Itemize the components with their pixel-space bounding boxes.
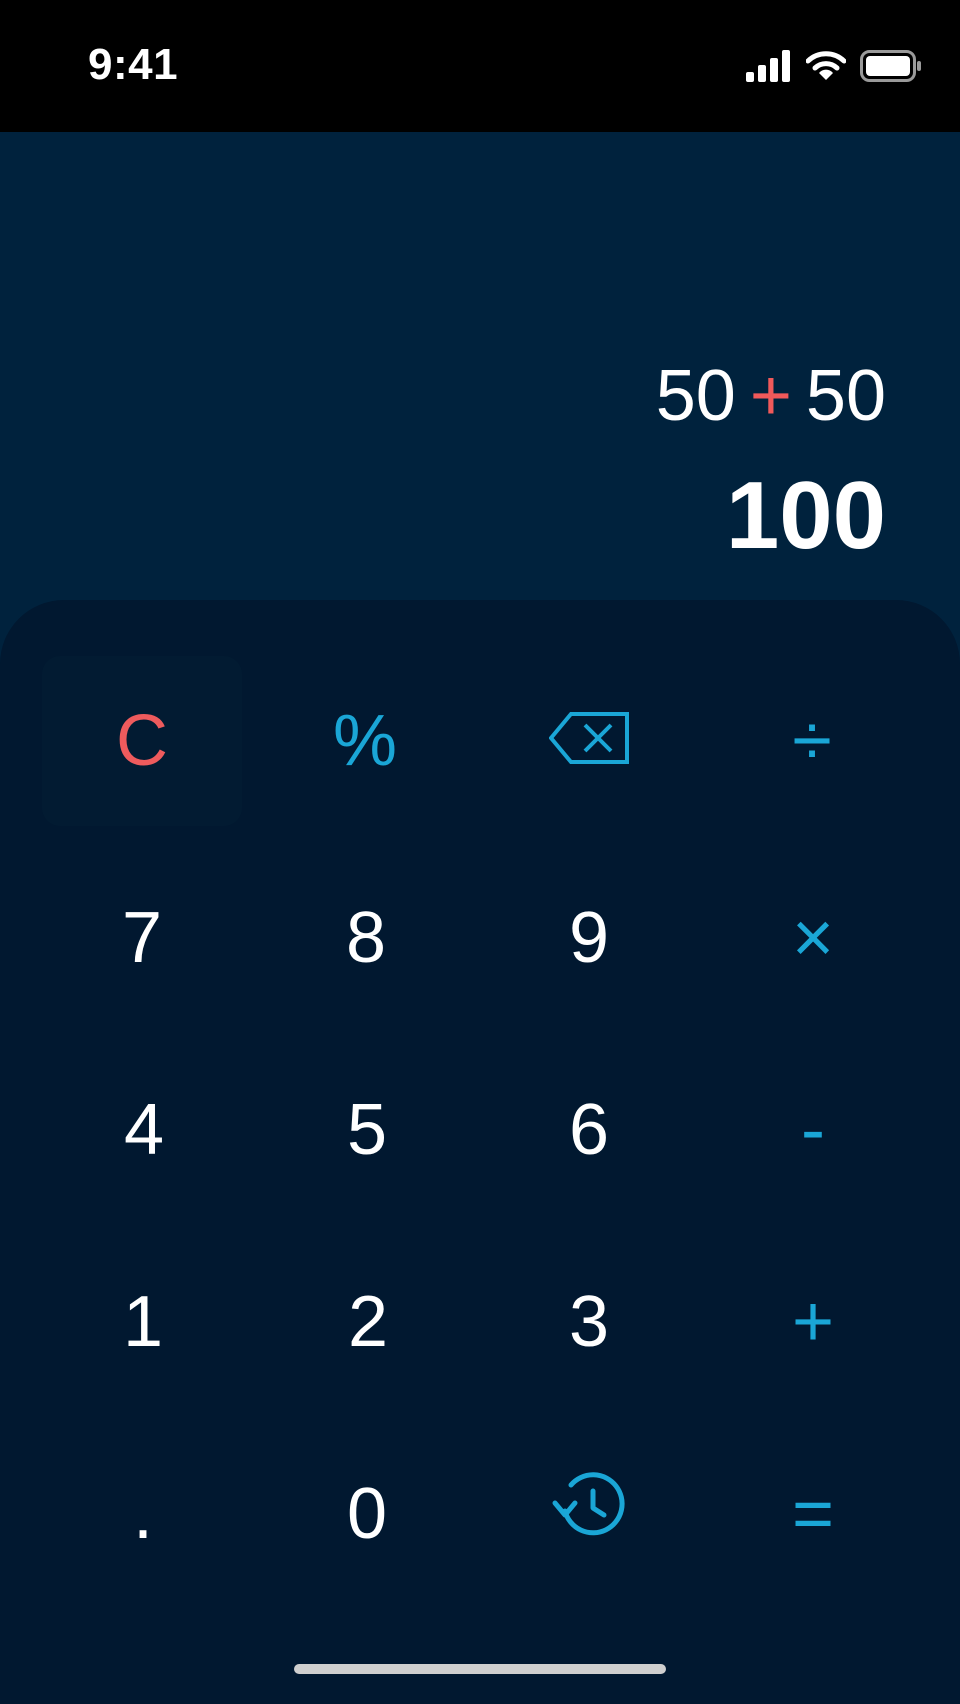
- digit-9-button[interactable]: 9: [489, 853, 689, 1023]
- digit-7-button[interactable]: 7: [42, 853, 242, 1023]
- right-operand: 50: [805, 356, 886, 436]
- home-indicator[interactable]: [294, 1664, 666, 1674]
- expression-operator: +: [749, 356, 792, 436]
- digit-1-button[interactable]: 1: [43, 1237, 243, 1407]
- expression-line: 50 + 50: [656, 360, 886, 440]
- multiply-button[interactable]: ×: [713, 853, 913, 1023]
- backspace-button[interactable]: [490, 656, 690, 826]
- subtract-button[interactable]: -: [713, 1045, 913, 1215]
- history-icon: [551, 1471, 627, 1558]
- battery-icon: [860, 49, 922, 87]
- status-bar: 9:41: [0, 0, 960, 132]
- digit-0-button[interactable]: 0: [267, 1429, 467, 1599]
- keypad: C % ÷ 7 8 9 × 4 5 6 - 1 2 3 + . 0 =: [0, 600, 960, 1704]
- status-icons: [746, 48, 922, 88]
- divide-button[interactable]: ÷: [712, 656, 912, 826]
- wifi-icon: [805, 50, 847, 87]
- digit-4-button[interactable]: 4: [44, 1045, 244, 1215]
- calculator-screen: 9:41 50 + 50 100 C % ÷ 7 8 9 × 4 5 6 - 1…: [0, 0, 960, 1704]
- history-button[interactable]: [489, 1429, 689, 1599]
- percent-button[interactable]: %: [265, 656, 465, 826]
- backspace-icon: [548, 700, 631, 782]
- clear-button[interactable]: C: [42, 656, 242, 826]
- digit-6-button[interactable]: 6: [489, 1045, 689, 1215]
- result-value: 100: [725, 462, 886, 569]
- decimal-button[interactable]: .: [43, 1429, 243, 1599]
- equals-button[interactable]: =: [713, 1429, 913, 1599]
- cellular-signal-icon: [746, 49, 792, 87]
- add-button[interactable]: +: [713, 1237, 913, 1407]
- digit-2-button[interactable]: 2: [268, 1237, 468, 1407]
- status-time: 9:41: [88, 40, 179, 89]
- digit-3-button[interactable]: 3: [489, 1237, 689, 1407]
- left-operand: 50: [655, 356, 736, 436]
- calculator-display: 50 + 50 100: [656, 360, 886, 564]
- digit-8-button[interactable]: 8: [266, 853, 466, 1023]
- digit-5-button[interactable]: 5: [267, 1045, 467, 1215]
